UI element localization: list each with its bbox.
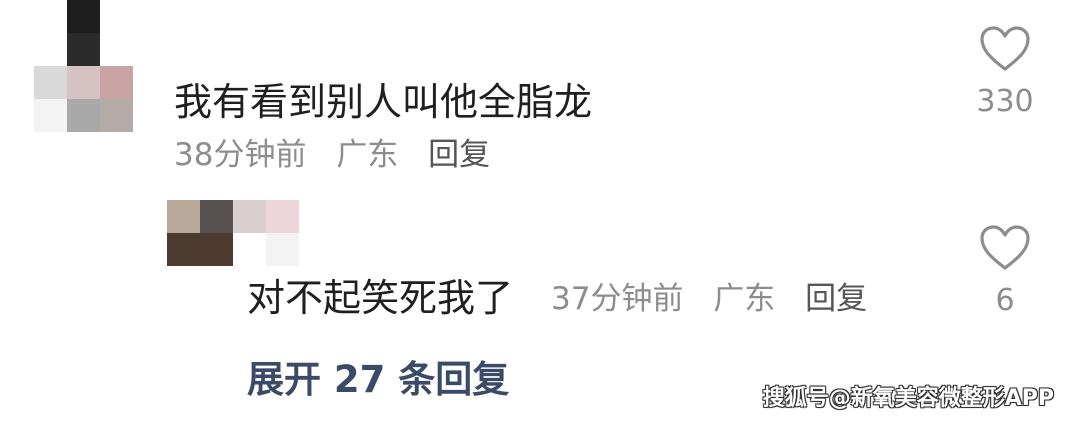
watermark: 搜狐号@新氧美容微整形APP bbox=[762, 386, 1054, 411]
like-button[interactable]: 6 bbox=[975, 224, 1035, 316]
avatar[interactable] bbox=[167, 200, 299, 266]
comment-thread: 我有看到别人叫他全脂龙 38分钟前 广东 回复 330 对不起笑死我了 37分钟… bbox=[0, 0, 1078, 423]
reply-comment-meta: 37分钟前 广东 回复 bbox=[551, 284, 867, 315]
avatar[interactable] bbox=[34, 0, 133, 132]
comment-time: 38分钟前 bbox=[174, 137, 307, 173]
like-button[interactable]: 330 bbox=[975, 25, 1035, 117]
reply-comment-text: 对不起笑死我了 bbox=[247, 276, 514, 320]
comment-location: 广东 bbox=[336, 137, 399, 173]
reply-button[interactable]: 回复 bbox=[428, 137, 490, 173]
heart-outline-icon bbox=[980, 225, 1030, 270]
comment-text: 我有看到别人叫他全脂龙 bbox=[174, 80, 593, 124]
like-count: 6 bbox=[995, 283, 1015, 318]
heart-outline-icon bbox=[980, 26, 1030, 71]
comment-meta: 38分钟前 广东 回复 bbox=[174, 140, 490, 171]
like-count: 330 bbox=[976, 84, 1034, 119]
comment-location: 广东 bbox=[713, 281, 776, 317]
comment-time: 37分钟前 bbox=[551, 281, 684, 317]
reply-button[interactable]: 回复 bbox=[805, 281, 867, 317]
expand-replies-button[interactable]: 展开 27 条回复 bbox=[247, 361, 509, 398]
